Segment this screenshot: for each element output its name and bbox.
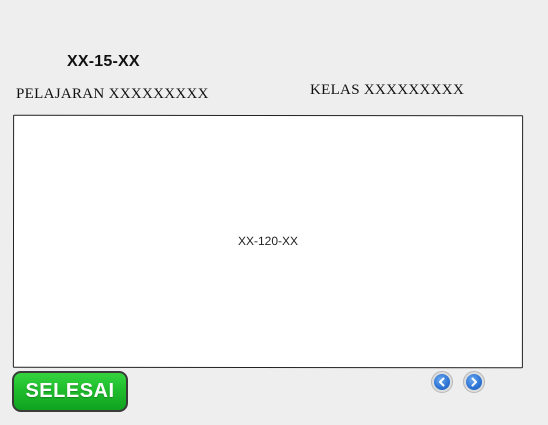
content-frame: XX-120-XX [12,114,524,369]
content-code: XX-120-XX [237,233,299,249]
subject-label: PELAJARAN XXXXXXXXX [16,86,209,102]
chevron-left-icon [434,374,450,390]
page-code: XX-15-XX [67,53,140,70]
chevron-right-icon [466,374,482,390]
next-button[interactable] [463,371,485,393]
finish-button[interactable]: SELESAI [12,371,128,412]
previous-button[interactable] [431,371,453,393]
class-label: KELAS XXXXXXXXX [310,82,465,98]
